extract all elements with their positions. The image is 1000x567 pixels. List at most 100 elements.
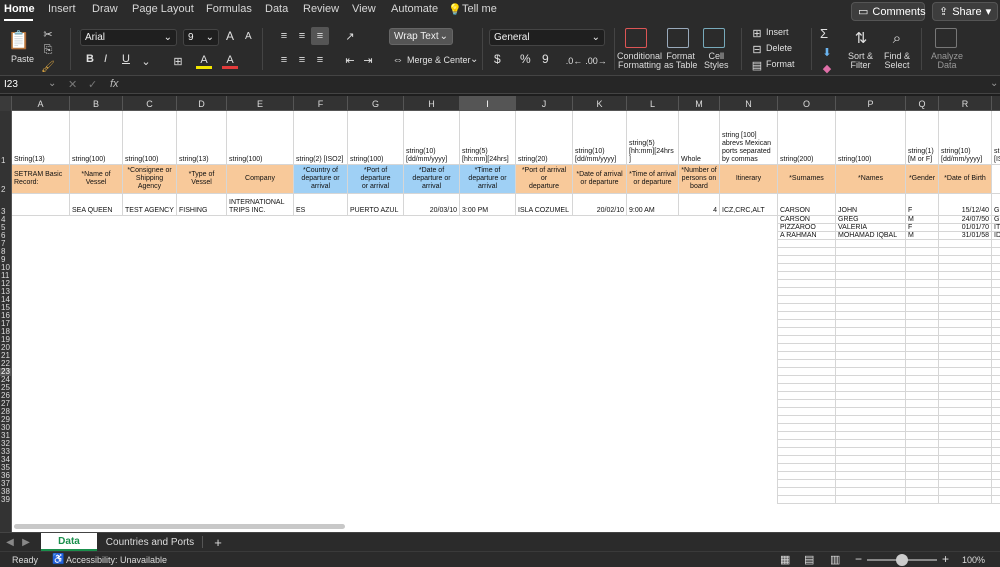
cell-n35[interactable] [720,464,778,472]
cell-p31[interactable] [836,432,906,440]
cell-f20[interactable] [294,344,348,352]
cell-i19[interactable] [460,336,516,344]
cell-n36[interactable] [720,472,778,480]
cell-c16[interactable] [123,312,177,320]
cell-i18[interactable] [460,328,516,336]
cell-f31[interactable] [294,432,348,440]
cell-o34[interactable] [778,456,836,464]
tab-draw[interactable]: Draw [92,3,118,15]
cell-c3[interactable]: TEST AGENCY [123,194,177,216]
cell-b39[interactable] [70,496,123,504]
cell-d13[interactable] [177,288,227,296]
row-header-23[interactable]: 23 [0,368,12,376]
cell-m13[interactable] [679,288,720,296]
cell-d16[interactable] [177,312,227,320]
cell-g19[interactable] [348,336,404,344]
cell-r20[interactable] [939,344,992,352]
cell-q6[interactable]: M [906,232,939,240]
sheet-tab-countries-and-ports[interactable]: Countries and Ports [100,533,200,551]
font-name-dropdown[interactable]: Arial ⌄ [80,29,177,46]
cell-i1[interactable]: string(5) [hh:mm][24hrs] [460,111,516,165]
cell-i33[interactable] [460,448,516,456]
cell-b16[interactable] [70,312,123,320]
cell-l2[interactable]: *Time of arrival or departure [627,165,679,194]
col-header-i[interactable]: I [460,96,516,111]
cell-r36[interactable] [939,472,992,480]
cell-s27[interactable] [992,400,1000,408]
cell-a8[interactable] [12,248,70,256]
cell-p10[interactable] [836,264,906,272]
cell-c36[interactable] [123,472,177,480]
cell-s36[interactable] [992,472,1000,480]
cell-g6[interactable] [348,232,404,240]
cell-d28[interactable] [177,408,227,416]
cell-e14[interactable] [227,296,294,304]
cell-s25[interactable] [992,384,1000,392]
cell-styles-icon[interactable] [703,28,725,48]
cell-o19[interactable] [778,336,836,344]
cell-c12[interactable] [123,280,177,288]
cell-g13[interactable] [348,288,404,296]
cell-n3[interactable]: ICZ,CRC,ALT [720,194,778,216]
cell-e6[interactable] [227,232,294,240]
cell-f39[interactable] [294,496,348,504]
cell-h36[interactable] [404,472,460,480]
cell-o1[interactable]: string(200) [778,111,836,165]
cell-m3[interactable]: 4 [679,194,720,216]
cell-l18[interactable] [627,328,679,336]
cell-f19[interactable] [294,336,348,344]
cell-i32[interactable] [460,440,516,448]
cell-d20[interactable] [177,344,227,352]
cell-p22[interactable] [836,360,906,368]
cell-o21[interactable] [778,352,836,360]
cell-r24[interactable] [939,376,992,384]
cell-e3[interactable]: INTERNATIONAL TRIPS INC. [227,194,294,216]
cell-f17[interactable] [294,320,348,328]
cell-r12[interactable] [939,280,992,288]
cell-l35[interactable] [627,464,679,472]
cell-p39[interactable] [836,496,906,504]
cell-k32[interactable] [573,440,627,448]
cell-c38[interactable] [123,488,177,496]
cell-n6[interactable] [720,232,778,240]
cell-q18[interactable] [906,328,939,336]
cell-d23[interactable] [177,368,227,376]
cell-i39[interactable] [460,496,516,504]
cell-m7[interactable] [679,240,720,248]
cell-e4[interactable] [227,216,294,224]
cell-f7[interactable] [294,240,348,248]
increase-indent-icon[interactable]: ⇥ [360,52,376,68]
cell-c4[interactable] [123,216,177,224]
row-header-17[interactable]: 17 [0,320,12,328]
cell-n11[interactable] [720,272,778,280]
row-header-2[interactable]: 2 [0,165,12,194]
cell-o15[interactable] [778,304,836,312]
borders-icon[interactable]: ⊞ [170,53,186,69]
chevron-down-icon[interactable]: ⌄ [138,53,154,69]
cell-d4[interactable] [177,216,227,224]
font-color-icon[interactable]: A [222,53,238,69]
italic-button[interactable]: I [104,53,107,65]
cell-e10[interactable] [227,264,294,272]
number-format-dropdown[interactable]: General ⌄ [489,29,605,46]
cell-h1[interactable]: string(10) [dd/mm/yyyy] [404,111,460,165]
cell-b36[interactable] [70,472,123,480]
merge-icon[interactable]: ⇔ [390,52,406,68]
cell-k23[interactable] [573,368,627,376]
cell-h8[interactable] [404,248,460,256]
cell-r5[interactable]: 01/01/70 [939,224,992,232]
cell-f36[interactable] [294,472,348,480]
cell-r26[interactable] [939,392,992,400]
cell-e7[interactable] [227,240,294,248]
cell-r37[interactable] [939,480,992,488]
cell-p13[interactable] [836,288,906,296]
cell-g8[interactable] [348,248,404,256]
cell-a35[interactable] [12,464,70,472]
cell-e35[interactable] [227,464,294,472]
cell-l22[interactable] [627,360,679,368]
cell-a11[interactable] [12,272,70,280]
row-header-29[interactable]: 29 [0,416,12,424]
cell-o32[interactable] [778,440,836,448]
cell-o18[interactable] [778,328,836,336]
tab-data[interactable]: Data [265,3,288,15]
